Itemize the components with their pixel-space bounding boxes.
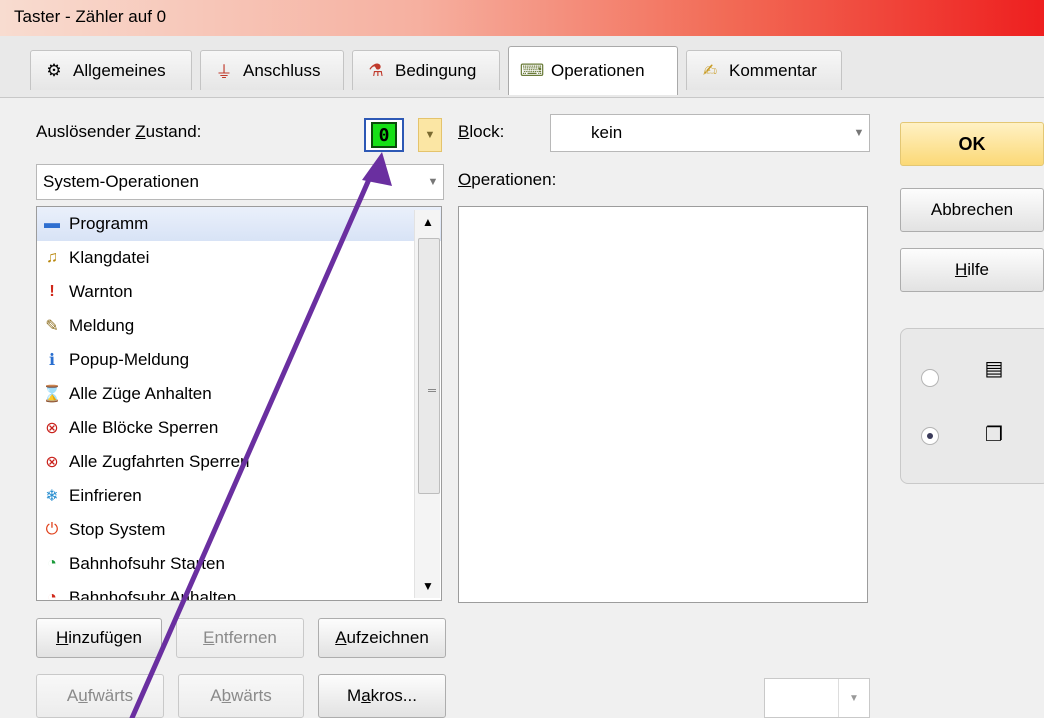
trigger-state-dropdown-icon[interactable]: ▼: [418, 118, 442, 152]
clock-stop-icon: ◔: [47, 589, 57, 601]
settings-icon: ⚙: [46, 60, 62, 80]
list-item[interactable]: ❄ Einfrieren: [37, 479, 441, 513]
operations-label: Operationen:: [458, 170, 557, 189]
tab-anschluss[interactable]: ⏚ Anschluss: [200, 50, 344, 90]
tab-operationen[interactable]: ⌨ Operationen: [508, 46, 678, 95]
ok-button[interactable]: OK: [900, 122, 1044, 166]
list-item[interactable]: ▬ Programm: [37, 207, 441, 241]
tab-label: Allgemeines: [73, 60, 166, 80]
operations-icon: ⌨: [519, 61, 545, 80]
chevron-down-icon: ▼: [853, 127, 865, 139]
tab-allgemeines[interactable]: ⚙ Allgemeines: [30, 50, 192, 90]
block-lock-icon: ⊗: [45, 420, 59, 437]
category-select-value: System-Operationen: [43, 172, 199, 191]
list-item[interactable]: ℹ Popup-Meldung: [37, 343, 441, 377]
tab-strip: ⚙ Allgemeines ⏚ Anschluss ⚗ Bedingung ⌨ …: [0, 36, 1044, 98]
operation-list[interactable]: ▬ Programm ♫ Klangdatei ! Warnton ✎ Meldung …: [36, 206, 442, 601]
list-item[interactable]: ✎ Meldung: [37, 309, 441, 343]
list-item[interactable]: ◔ Bahnhofsuhr Anhalten: [37, 581, 441, 601]
tab-label: Anschluss: [243, 60, 321, 80]
tab-kommentar[interactable]: ✍ Kommentar: [686, 50, 842, 90]
alert-icon: !: [49, 283, 55, 300]
route-lock-icon: ⊗: [45, 454, 59, 471]
move-down-button[interactable]: Ab wärts: [178, 674, 304, 718]
clock-icon: ◔: [47, 555, 57, 572]
comment-icon: ✍: [702, 60, 718, 80]
list-item[interactable]: ◔ Bahnhofsuhr Starten: [37, 547, 441, 581]
scroll-up-icon[interactable]: ▲: [415, 210, 441, 234]
window-title: Taster - Zähler auf 0: [14, 7, 167, 26]
tab-bedingung[interactable]: ⚗ Bedingung: [352, 50, 500, 90]
chevron-down-icon: ▼: [838, 679, 869, 717]
condition-icon: ⚗: [368, 60, 384, 80]
computer-icon: ▬: [44, 215, 60, 232]
list-item[interactable]: ♫ Klangdatei: [37, 241, 441, 275]
operation-list-scrollbar[interactable]: ▲ ▼: [414, 210, 440, 598]
window-view-icon: ❐: [985, 423, 1003, 446]
block-select-value: kein: [591, 123, 623, 142]
list-item[interactable]: ⌛ Alle Züge Anhalten: [37, 377, 441, 411]
view-options-group: ▤ ❐: [900, 328, 1044, 484]
add-button[interactable]: Hinzufügen: [36, 618, 162, 658]
block-select[interactable]: kein ▼: [550, 114, 870, 152]
remove-button[interactable]: Entfernen: [176, 618, 304, 658]
list-item[interactable]: ⊗ Alle Blöcke Sperren: [37, 411, 441, 445]
view-list-radio[interactable]: [921, 369, 939, 387]
small-select[interactable]: ▼: [764, 678, 870, 718]
freeze-icon: ❄: [45, 488, 59, 505]
hourglass-icon: ⌛: [42, 386, 62, 403]
operations-list-box[interactable]: [458, 206, 868, 603]
block-label: Block:: [458, 122, 505, 141]
info-icon: ℹ: [48, 352, 56, 369]
tab-label: Bedingung: [395, 60, 477, 80]
sound-file-icon: ♫: [46, 249, 58, 266]
tab-label: Operationen: [551, 61, 645, 80]
list-item[interactable]: ⊗ Alle Zugfahrten Sperren: [37, 445, 441, 479]
grip-icon: [428, 389, 436, 392]
pencil-icon: ✎: [45, 318, 59, 335]
tab-label: Kommentar: [729, 60, 817, 80]
help-button[interactable]: Hilfe: [900, 248, 1044, 292]
plug-icon: ⏚: [215, 63, 233, 82]
trigger-state-display[interactable]: 0: [364, 118, 404, 152]
move-up-button[interactable]: Au fwärts: [36, 674, 164, 718]
list-item[interactable]: ! Warnton: [37, 275, 441, 309]
stop-icon: ⏻: [45, 521, 59, 538]
scroll-down-icon[interactable]: ▼: [415, 574, 441, 598]
list-view-icon: ▤: [984, 357, 1004, 380]
list-item[interactable]: ⏻ Stop System: [37, 513, 441, 547]
trigger-state-value: 0: [371, 122, 397, 148]
title-bar: Taster - Zähler auf 0: [0, 0, 1044, 36]
record-button[interactable]: Aufzeichnen: [318, 618, 446, 658]
trigger-state-label: Auslösender Zustand:: [36, 122, 202, 141]
view-window-radio[interactable]: [921, 427, 939, 445]
scrollbar-thumb[interactable]: [418, 238, 440, 494]
category-select[interactable]: System-Operationen ▼: [36, 164, 444, 200]
macros-button[interactable]: Ma kros...: [318, 674, 446, 718]
cancel-button[interactable]: Abbrechen: [900, 188, 1044, 232]
chevron-down-icon: ▼: [427, 176, 439, 188]
